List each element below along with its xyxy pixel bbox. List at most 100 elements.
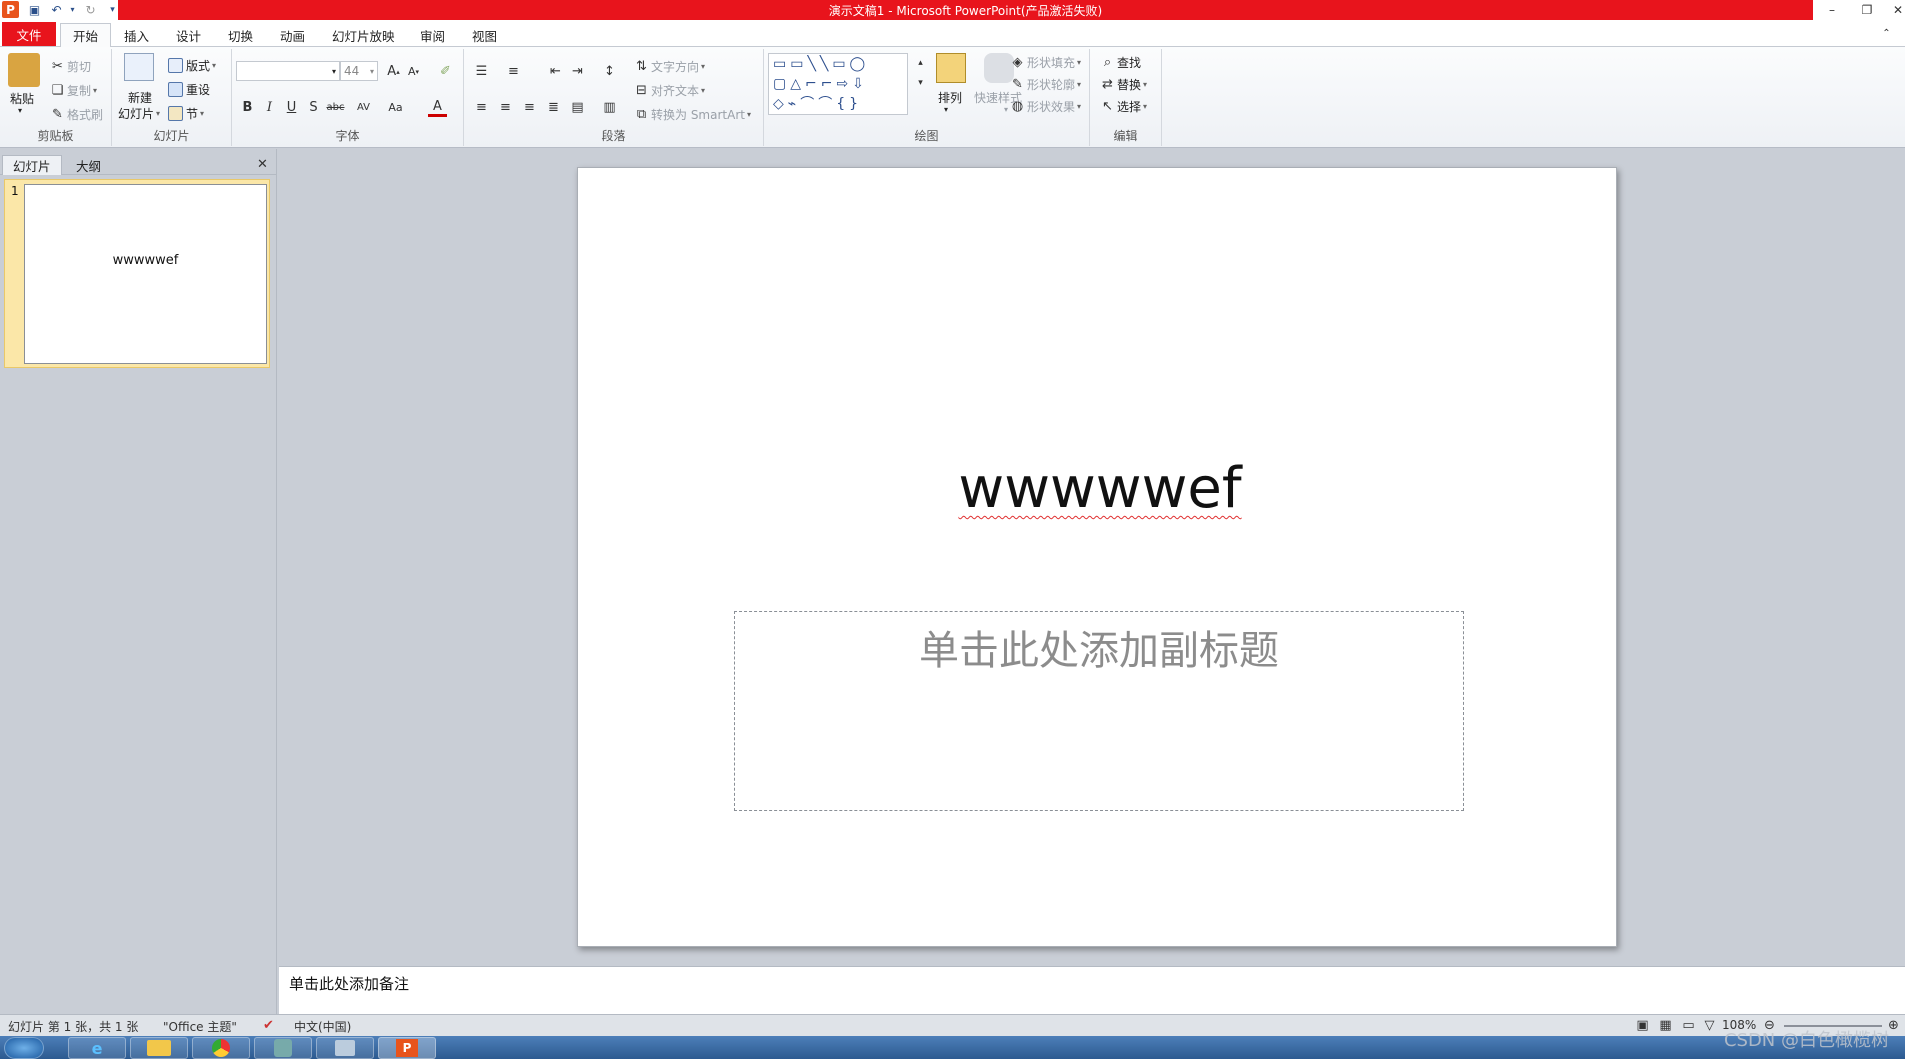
- slide-title-text[interactable]: wwwwwef: [952, 456, 1241, 521]
- reset-label: 重设: [186, 83, 211, 97]
- gallery-scroll-icon[interactable]: ▴: [911, 53, 930, 72]
- replace-icon: ⇄: [1102, 77, 1113, 92]
- smartart-dropdown-icon: ▾: [746, 110, 751, 119]
- tab-view[interactable]: 视图: [460, 23, 509, 47]
- format-painter-button[interactable]: ✎ 格式刷: [48, 105, 103, 124]
- paste-icon[interactable]: [8, 53, 40, 87]
- start-button-icon[interactable]: [4, 1037, 44, 1059]
- slide-thumbnail-row[interactable]: 1 wwwwwef: [4, 179, 270, 368]
- subtitle-placeholder[interactable]: 单击此处添加副标题: [735, 618, 1463, 676]
- tab-insert[interactable]: 插入: [112, 23, 161, 47]
- shape-outline-button[interactable]: ✎ 形状轮廓 ▾: [1008, 75, 1081, 94]
- font-size-dropdown-icon: ▾: [369, 66, 374, 76]
- slideshow-view-icon[interactable]: ▽: [1700, 1016, 1719, 1035]
- tab-file[interactable]: 文件: [2, 22, 56, 46]
- justify-icon[interactable]: ≣: [544, 98, 563, 117]
- powerpoint-taskbar-icon[interactable]: P: [378, 1037, 436, 1059]
- arrange-dropdown-icon[interactable]: ▾: [944, 105, 948, 114]
- close-button[interactable]: ✕: [1884, 1, 1905, 18]
- align-right-icon[interactable]: ≡: [520, 98, 539, 117]
- font-size-combo[interactable]: 44 ▾: [340, 61, 378, 81]
- align-left-icon[interactable]: ≡: [472, 98, 491, 117]
- undo-dropdown-icon[interactable]: ▾: [64, 1, 81, 18]
- gallery-more-icon[interactable]: ▾: [911, 73, 930, 92]
- arrange-button[interactable]: 排列: [938, 89, 962, 106]
- reading-view-icon[interactable]: ▭: [1679, 1016, 1698, 1035]
- layout-button[interactable]: 版式 ▾: [168, 57, 216, 74]
- decrease-indent-icon[interactable]: ⇤: [546, 62, 565, 81]
- replace-button[interactable]: ⇄ 替换 ▾: [1098, 75, 1147, 94]
- text-direction-button[interactable]: ⇅ 文字方向 ▾: [632, 57, 705, 76]
- minimize-ribbon-icon[interactable]: ⌃: [1877, 24, 1896, 43]
- cut-button[interactable]: ✂ 剪切: [48, 57, 91, 76]
- underline-icon[interactable]: U: [282, 98, 301, 117]
- subtitle-placeholder-box[interactable]: 单击此处添加副标题: [734, 611, 1464, 811]
- section-button[interactable]: 节 ▾: [168, 105, 204, 122]
- tab-home[interactable]: 开始: [60, 23, 112, 48]
- clear-formatting-icon[interactable]: ✐: [436, 62, 455, 81]
- new-slide-button[interactable]: 幻灯片 ▾: [118, 105, 160, 122]
- slide-sorter-icon[interactable]: ▦: [1656, 1016, 1675, 1035]
- shape-effects-button[interactable]: ◍ 形状效果 ▾: [1008, 97, 1081, 116]
- grow-font-icon[interactable]: A ▴: [384, 62, 403, 81]
- shadow-icon[interactable]: S: [304, 98, 323, 117]
- copy-button[interactable]: ❏ 复制 ▾: [48, 81, 97, 100]
- italic-icon[interactable]: I: [260, 98, 279, 117]
- slide-title[interactable]: wwwwwef: [578, 456, 1616, 521]
- increase-indent-icon[interactable]: ⇥: [568, 62, 587, 81]
- powerpoint-logo-icon[interactable]: P: [2, 1, 19, 18]
- normal-view-icon[interactable]: ▣: [1633, 1016, 1652, 1035]
- tab-outline[interactable]: 大纲: [66, 155, 111, 175]
- network-tool-icon[interactable]: [254, 1037, 312, 1059]
- find-button[interactable]: ⌕ 查找: [1098, 53, 1141, 72]
- shape-fill-button[interactable]: ◈ 形状填充 ▾: [1008, 53, 1082, 72]
- save-icon[interactable]: ▣: [26, 1, 43, 18]
- select-button[interactable]: ↖ 选择 ▾: [1098, 97, 1147, 116]
- notes-pane[interactable]: 单击此处添加备注: [279, 966, 1905, 1014]
- undo-icon[interactable]: ↶: [48, 1, 65, 18]
- slide-canvas[interactable]: wwwwwef 单击此处添加副标题: [577, 167, 1617, 947]
- align-text-button[interactable]: ⊟ 对齐文本 ▾: [632, 81, 705, 100]
- reset-button[interactable]: 重设: [168, 81, 210, 98]
- shapes-gallery[interactable]: ▭▭╲╲▭◯ ▢△⌐⌐⇨⇩ ◇⌁⌒⌒{}: [768, 53, 908, 115]
- minimize-button[interactable]: –: [1818, 1, 1846, 18]
- distributed-icon[interactable]: ▤: [568, 98, 587, 117]
- bold-icon[interactable]: B: [238, 98, 257, 117]
- restore-button[interactable]: ❐: [1853, 1, 1881, 18]
- numbering-icon[interactable]: ≡: [504, 62, 523, 81]
- spell-check-icon[interactable]: ✔: [259, 1016, 278, 1035]
- tab-transitions[interactable]: 切换: [216, 23, 265, 47]
- language[interactable]: 中文(中国): [294, 1018, 351, 1035]
- bullets-icon[interactable]: ☰: [472, 62, 491, 81]
- theme-name[interactable]: "Office 主题": [163, 1018, 237, 1035]
- align-center-icon[interactable]: ≡: [496, 98, 515, 117]
- columns-icon[interactable]: ▥: [600, 98, 619, 117]
- slide-thumbnail[interactable]: wwwwwef: [24, 184, 267, 364]
- shrink-font-icon[interactable]: A ▾: [404, 62, 423, 81]
- smartart-button[interactable]: ⧉ 转换为 SmartArt ▾: [632, 105, 751, 124]
- tab-animations[interactable]: 动画: [268, 23, 317, 47]
- paste-button[interactable]: 粘贴: [10, 90, 34, 107]
- tab-slideshow[interactable]: 幻灯片放映: [320, 23, 407, 47]
- font-color-icon[interactable]: A: [428, 98, 447, 117]
- new-slide-icon[interactable]: [124, 53, 154, 81]
- change-case-icon[interactable]: Aa: [386, 98, 405, 117]
- tab-slides[interactable]: 幻灯片: [2, 155, 62, 175]
- copy-icon: ❏: [51, 83, 64, 98]
- tab-review[interactable]: 审阅: [408, 23, 457, 47]
- new-slide-label-1[interactable]: 新建: [128, 89, 152, 106]
- strikethrough-icon[interactable]: abc: [326, 98, 345, 117]
- line-spacing-icon[interactable]: ↕: [600, 62, 619, 81]
- font-name-combo[interactable]: ▾: [236, 61, 340, 81]
- arrange-icon[interactable]: [936, 53, 966, 83]
- window-app-icon[interactable]: [316, 1037, 374, 1059]
- ie-icon[interactable]: e: [68, 1037, 126, 1059]
- chrome-icon[interactable]: [192, 1037, 250, 1059]
- paste-dropdown-icon[interactable]: ▾: [18, 106, 22, 115]
- character-spacing-icon[interactable]: AV: [354, 98, 373, 117]
- redo-icon[interactable]: ↻: [82, 1, 99, 18]
- notes-placeholder[interactable]: 单击此处添加备注: [289, 973, 409, 994]
- tab-design[interactable]: 设计: [164, 23, 213, 47]
- close-pane-icon[interactable]: ✕: [253, 155, 272, 174]
- folder-icon[interactable]: [130, 1037, 188, 1059]
